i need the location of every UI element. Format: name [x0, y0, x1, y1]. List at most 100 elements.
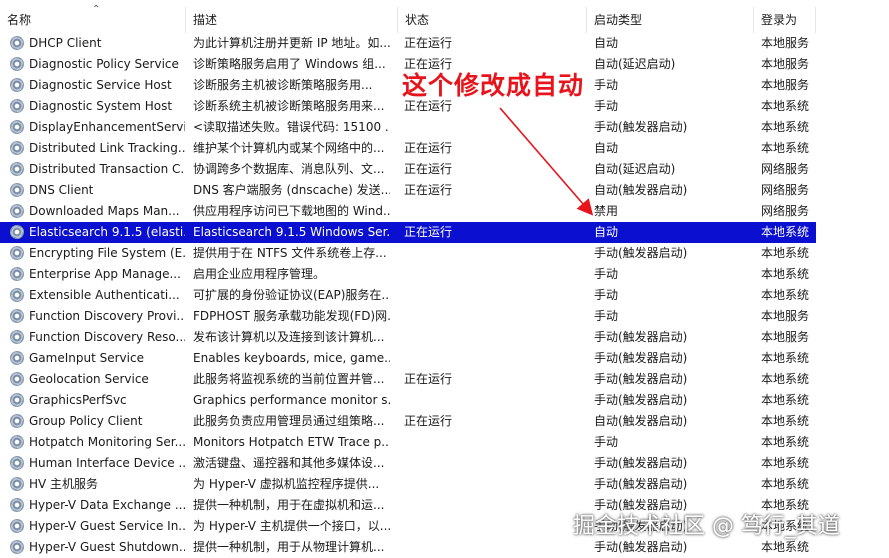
service-row[interactable]: Enterprise App Manage... 启用企业应用程序管理。 手动 本地系…: [0, 264, 816, 285]
gear-icon: [10, 204, 24, 218]
service-gear-icon: [10, 159, 28, 180]
annotation-text: 这个修改成自动: [402, 71, 585, 100]
service-row[interactable]: Distributed Transaction C... 协调跨多个数据库、消息队…: [0, 159, 816, 180]
service-description: 激活键盘、遥控器和其他多媒体设...: [193, 456, 385, 470]
service-row[interactable]: Hyper-V Guest Shutdown... 提供一种机制，用于从物理计算机…: [0, 537, 816, 558]
service-row[interactable]: GraphicsPerfSvc Graphics performance moni…: [0, 390, 816, 411]
service-row[interactable]: DHCP Client 为此计算机注册并更新 IP 地址。如... 正在运行 自动 本地…: [0, 33, 816, 54]
service-startup-type: 禁用: [594, 204, 619, 218]
gear-icon: [10, 57, 24, 71]
gear-icon: [10, 372, 24, 386]
service-status: 正在运行: [404, 162, 453, 176]
service-row[interactable]: DisplayEnhancementServi... <读取描述失败。错误代码: …: [0, 117, 816, 138]
service-status: [404, 306, 584, 327]
service-description: 可扩展的身份验证协议(EAP)服务在...: [193, 288, 390, 302]
service-logon-as: 本地服务: [761, 57, 810, 71]
column-header-description[interactable]: 描述: [186, 7, 398, 33]
service-name: Function Discovery Provi...: [29, 309, 185, 323]
service-description: 诊断服务主机被诊断策略服务用...: [193, 78, 373, 92]
service-gear-icon: [10, 264, 28, 285]
service-gear-icon: [10, 96, 28, 117]
service-row[interactable]: Elasticsearch 9.1.5 (elasti... Elasticsea…: [0, 222, 816, 243]
gear-icon: [10, 99, 24, 113]
gear-icon: [10, 225, 24, 239]
service-description: Monitors Hotpatch ETW Trace p...: [193, 435, 390, 449]
column-header-status[interactable]: 状态: [398, 7, 587, 33]
service-description: 维护某个计算机内或某个网络中的...: [193, 141, 385, 155]
service-startup-type: 自动: [594, 141, 619, 155]
service-row[interactable]: Distributed Link Tracking... 维护某个计算机内或某个网…: [0, 138, 816, 159]
service-gear-icon: [10, 75, 28, 96]
column-startup-type-label: 启动类型: [594, 13, 643, 27]
column-name-label: 名称: [7, 13, 32, 27]
service-startup-type: 手动: [594, 288, 619, 302]
service-status: [404, 516, 584, 537]
service-startup-type: 手动: [594, 99, 619, 113]
column-status-label: 状态: [405, 13, 430, 27]
service-row[interactable]: Group Policy Client 此服务负责应用管理员通过组策略... 正在运…: [0, 411, 816, 432]
column-header-name[interactable]: 名称 ⌃: [0, 4, 186, 33]
service-gear-icon: [10, 201, 28, 222]
service-row[interactable]: HV 主机服务 为 Hyper-V 虚拟机监控程序提供... 手动(触发器启动) 本地…: [0, 474, 816, 495]
service-logon-as: 本地系统: [761, 267, 810, 281]
service-startup-type: 手动: [594, 435, 619, 449]
service-row[interactable]: Downloaded Maps Man... 供应用程序访问已下载地图的 Wind…: [0, 201, 816, 222]
service-row[interactable]: GameInput Service Enables keyboards, mice…: [0, 348, 816, 369]
service-logon-as: 本地系统: [761, 435, 810, 449]
service-row[interactable]: DNS Client DNS 客户端服务 (dnscache) 发送... 正在运行…: [0, 180, 816, 201]
service-gear-icon: [10, 117, 28, 138]
service-name: Human Interface Device ...: [29, 456, 185, 470]
service-row[interactable]: Human Interface Device ... 激活键盘、遥控器和其他多媒体…: [0, 453, 816, 474]
sort-ascending-icon: ⌃: [92, 4, 101, 15]
gear-icon: [10, 183, 24, 197]
gear-icon: [10, 162, 24, 176]
gear-icon: [10, 393, 24, 407]
service-status: [404, 117, 584, 138]
service-status: 正在运行: [404, 141, 453, 155]
gear-icon: [10, 330, 24, 344]
service-status: [404, 390, 584, 411]
service-gear-icon: [10, 306, 28, 327]
service-row[interactable]: Function Discovery Reso... 发布该计算机以及连接到该计算…: [0, 327, 816, 348]
service-gear-icon: [10, 474, 28, 495]
service-name: GameInput Service: [29, 351, 144, 365]
service-status: [404, 537, 584, 558]
service-startup-type: 手动: [594, 309, 619, 323]
gear-icon: [10, 456, 24, 470]
column-header: 名称 ⌃ 描述 状态 启动类型 登录为: [0, 4, 889, 33]
service-logon-as: 本地系统: [761, 141, 810, 155]
column-logon-as-label: 登录为: [761, 13, 798, 27]
service-gear-icon: [10, 516, 28, 537]
service-row[interactable]: Encrypting File System (E... 提供用于在 NTFS 文…: [0, 243, 816, 264]
service-status: [404, 348, 584, 369]
service-gear-icon: [10, 495, 28, 516]
gear-icon: [10, 246, 24, 260]
service-name: Hotpatch Monitoring Ser...: [29, 435, 185, 449]
service-description: Enables keyboards, mice, game...: [193, 351, 390, 365]
watermark-text: 掘金技术社区 @ 笃行_其道: [573, 514, 840, 539]
service-logon-as: 本地系统: [761, 372, 810, 386]
service-logon-as: 本地系统: [761, 288, 810, 302]
service-logon-as: 本地服务: [761, 36, 810, 50]
service-name: GraphicsPerfSvc: [29, 393, 127, 407]
service-logon-as: 本地服务: [761, 330, 810, 344]
service-name: Diagnostic Service Host: [29, 78, 172, 92]
service-status: [404, 474, 584, 495]
service-gear-icon: [10, 33, 28, 54]
service-row[interactable]: Extensible Authenticati... 可扩展的身份验证协议(EAP…: [0, 285, 816, 306]
service-description: 为 Hyper-V 主机提供一个接口，以...: [193, 519, 390, 533]
gear-icon: [10, 351, 24, 365]
service-status: 正在运行: [404, 225, 453, 239]
service-row[interactable]: Hotpatch Monitoring Ser... Monitors Hotpa…: [0, 432, 816, 453]
service-description: 提供一种机制，用于从物理计算机...: [193, 540, 385, 554]
column-header-startup-type[interactable]: 启动类型: [587, 7, 754, 33]
service-description: 诊断策略服务启用了 Windows 组...: [193, 57, 386, 71]
service-description: 提供用于在 NTFS 文件系统卷上存...: [193, 246, 387, 260]
service-row[interactable]: Function Discovery Provi... FDPHOST 服务承载功…: [0, 306, 816, 327]
service-row[interactable]: Geolocation Service 此服务将监视系统的当前位置并管... 正在运…: [0, 369, 816, 390]
column-header-logon-as[interactable]: 登录为: [754, 7, 816, 33]
service-status: [404, 264, 584, 285]
service-startup-type: 手动(触发器启动): [594, 477, 688, 491]
gear-icon: [10, 498, 24, 512]
service-status: [404, 453, 584, 474]
